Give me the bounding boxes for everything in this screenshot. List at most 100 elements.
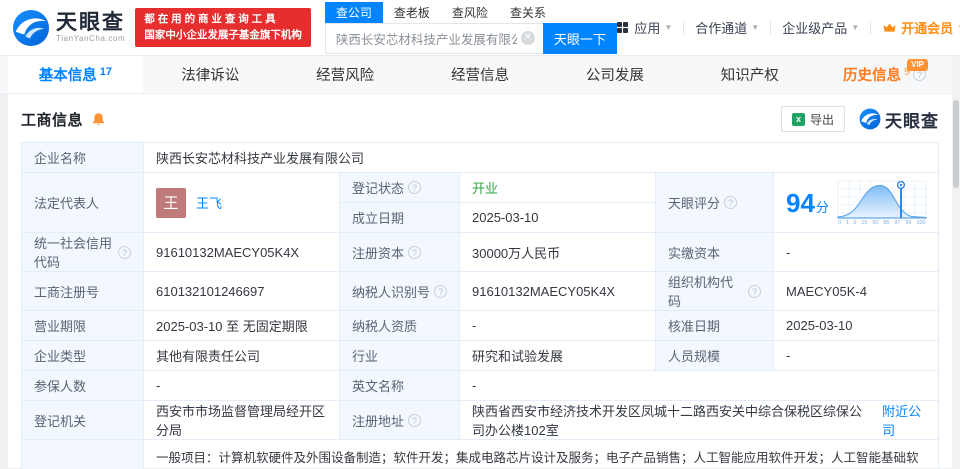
field-label: 统一社会信用代码 ? <box>22 233 144 272</box>
english-name-value: - <box>460 371 939 401</box>
table-row: 登记机关 西安市市场监督管理局经开区分局 注册地址 ? 陕西省西安市经济技术开发… <box>22 401 939 440</box>
divider <box>770 21 772 34</box>
avatar[interactable]: 王 <box>156 187 186 218</box>
field-label: 纳税人识别号 ? <box>340 272 460 311</box>
nav-enterprise[interactable]: 企业级产品 ▼ <box>782 18 859 37</box>
tianyancha-logo-icon <box>12 9 50 46</box>
tab-count: 17 <box>99 65 113 78</box>
reg-number-value: 610132101246697 <box>144 272 340 311</box>
field-label: 英文名称 <box>340 371 460 401</box>
tab-legal-proceedings[interactable]: 法律诉讼 <box>143 56 278 93</box>
taxpayer-quali-value: - <box>460 311 656 341</box>
nav-vip[interactable]: 开通会员 ▼ <box>882 18 960 37</box>
staff-size-value: - <box>774 341 939 371</box>
tab-business-info[interactable]: 经营信息 <box>413 56 548 93</box>
crown-icon <box>883 23 896 32</box>
chevron-down-icon: ▼ <box>751 23 760 32</box>
field-label-text: 纳税人识别号 <box>352 284 431 300</box>
field-label: 实缴资本 <box>656 233 774 272</box>
brand-name: 天眼查 <box>56 10 125 34</box>
nav-apps[interactable]: 应用 ▼ <box>616 18 672 37</box>
promo-badge: 都 在 用 的 商 业 查 询 工 具 国家中小企业发展子基金旗下机构 <box>135 7 311 48</box>
search-module: 查公司 查老板 查风险 查关系 ✕ 天眼一下 <box>324 1 617 54</box>
tyc-score-cell: 94分 0 1 3 15 50 85 97 99 100 <box>774 173 939 233</box>
tianyancha-logo-icon <box>859 108 881 130</box>
search-box: ✕ <box>324 22 543 54</box>
monitor-bell-icon[interactable] <box>91 112 106 127</box>
table-row: 参保人数 - 英文名称 - <box>22 371 939 401</box>
business-scope-value: 一般项目：计算机软硬件及外围设备制造；软件开发；集成电路芯片设计及服务；电子产品… <box>144 440 939 469</box>
field-label: 人员规模 <box>656 341 774 371</box>
company-name-value: 陕西长安芯材科技产业发展有限公司 <box>144 143 939 173</box>
field-label: 登记机关 <box>22 401 144 440</box>
tab-history-info[interactable]: 历史信息 9 ? VIP <box>817 56 952 93</box>
credit-code-value: 91610132MAECY05K4X <box>144 233 340 272</box>
vip-badge: VIP <box>907 59 929 71</box>
field-label: 纳税人资质 <box>340 311 460 341</box>
tab-basic-info[interactable]: 基本信息 17 <box>8 56 143 93</box>
company-type-value: 其他有限责任公司 <box>144 341 340 371</box>
business-info-panel: 工商信息 x 导出 天眼查 企业名称 陕西长安芯材科技产业发展有限公司 法定代表… <box>8 94 952 469</box>
axis-tick: 97 <box>894 219 901 226</box>
help-icon[interactable]: ? <box>118 245 131 259</box>
help-icon[interactable]: ? <box>408 181 422 194</box>
divider <box>683 21 685 34</box>
field-label: 成立日期 <box>340 203 460 233</box>
help-icon[interactable]: ? <box>408 245 422 259</box>
nearby-companies-link[interactable]: 附近公司 <box>882 401 926 439</box>
axis-tick: 15 <box>861 219 868 226</box>
field-label: 营业期限 <box>22 311 144 341</box>
reg-address-cell: 陕西省西安市经济技术开发区凤城十二路西安关中综合保税区综保公司办公楼102室 附… <box>460 401 939 440</box>
scrollbar-thumb[interactable] <box>953 100 959 188</box>
apps-grid-icon <box>616 21 629 34</box>
divider <box>870 21 872 34</box>
search-button[interactable]: 天眼一下 <box>542 22 617 54</box>
search-tab-boss[interactable]: 查老板 <box>383 2 441 23</box>
establish-date-value: 2025-03-10 <box>460 203 656 233</box>
clear-search-icon[interactable]: ✕ <box>520 31 535 45</box>
reg-capital-value: 30000万人民币 <box>460 233 656 272</box>
tab-label: 经营信息 <box>451 68 509 84</box>
tab-company-development[interactable]: 公司发展 <box>547 56 682 93</box>
table-row: 法定代表人 王 王飞 登记状态 ? 开业 成立日期 2025-03-10 天眼评… <box>22 173 939 233</box>
table-row: 统一社会信用代码 ? 91610132MAECY05K4X 注册资本 ? 300… <box>22 233 939 272</box>
tianyancha-logo[interactable]: 天眼查 TianYanCha.com <box>12 9 125 47</box>
search-tabs: 查公司 查老板 查风险 查关系 <box>324 1 617 23</box>
help-icon[interactable]: ? <box>748 284 761 298</box>
tab-label: 法律诉讼 <box>181 68 240 84</box>
field-label: 参保人数 <box>22 371 144 401</box>
table-row: 营业期限 2025-03-10 至 无固定期限 纳税人资质 - 核准日期 202… <box>22 311 939 341</box>
legal-rep-link[interactable]: 王飞 <box>196 193 222 212</box>
axis-tick: 50 <box>872 219 879 226</box>
chevron-down-icon: ▼ <box>851 23 860 32</box>
promo-line1: 都 在 用 的 商 业 查 询 工 具 <box>144 12 276 25</box>
axis-tick: 3 <box>853 219 857 226</box>
tab-intellectual-property[interactable]: 知识产权 <box>682 56 817 93</box>
promo-line2: 国家中小企业发展子基金旗下机构 <box>144 28 302 41</box>
scrollbar[interactable] <box>952 56 960 469</box>
field-label-text: 天眼评分 <box>668 196 721 211</box>
field-label: 行业 <box>340 341 460 371</box>
field-label-text: 注册资本 <box>352 245 405 261</box>
nav-enterprise-label: 企业级产品 <box>782 21 848 36</box>
help-icon[interactable]: ? <box>408 413 422 427</box>
field-label: 登记状态 ? <box>340 173 460 203</box>
tab-operating-risk[interactable]: 经营风险 <box>278 56 413 93</box>
nav-partner[interactable]: 合作通道 ▼ <box>695 18 759 37</box>
approve-date-value: 2025-03-10 <box>774 311 939 341</box>
search-tab-risk[interactable]: 查风险 <box>441 2 499 23</box>
axis-tick: 100 <box>916 219 926 226</box>
top-header: 天眼查 TianYanCha.com 都 在 用 的 商 业 查 询 工 具 国… <box>0 0 960 56</box>
search-input[interactable] <box>325 31 521 45</box>
table-row: 工商注册号 610132101246697 纳税人识别号 ? 91610132M… <box>22 272 939 311</box>
help-icon[interactable]: ? <box>724 196 738 209</box>
score-distribution-chart[interactable]: 0 1 3 15 50 85 97 99 100 <box>837 180 927 226</box>
nav-partner-label: 合作通道 <box>695 21 748 36</box>
excel-icon: x <box>791 112 805 126</box>
export-button[interactable]: x 导出 <box>780 106 845 132</box>
insured-count-value: - <box>144 371 340 401</box>
search-tab-relation[interactable]: 查关系 <box>499 2 557 23</box>
search-tab-company[interactable]: 查公司 <box>324 1 383 23</box>
reg-status-value: 开业 <box>460 173 656 203</box>
help-icon[interactable]: ? <box>434 284 447 298</box>
